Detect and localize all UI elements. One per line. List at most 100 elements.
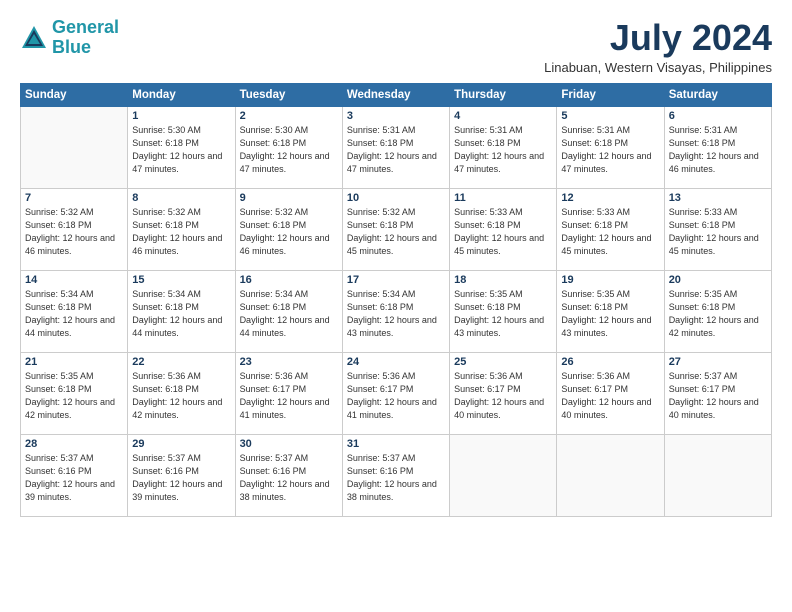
- calendar-week-2: 7Sunrise: 5:32 AMSunset: 6:18 PMDaylight…: [21, 188, 772, 270]
- sunrise-text: Sunrise: 5:34 AM: [240, 288, 338, 301]
- sunrise-text: Sunrise: 5:35 AM: [454, 288, 552, 301]
- calendar-cell: [664, 434, 771, 516]
- calendar-cell: 8Sunrise: 5:32 AMSunset: 6:18 PMDaylight…: [128, 188, 235, 270]
- day-info: Sunrise: 5:34 AMSunset: 6:18 PMDaylight:…: [240, 288, 338, 340]
- calendar-cell: 24Sunrise: 5:36 AMSunset: 6:17 PMDayligh…: [342, 352, 449, 434]
- sunrise-text: Sunrise: 5:36 AM: [347, 370, 445, 383]
- day-info: Sunrise: 5:34 AMSunset: 6:18 PMDaylight:…: [25, 288, 123, 340]
- logo-icon: [20, 24, 48, 52]
- logo: General Blue: [20, 18, 119, 58]
- daylight-text: Daylight: 12 hours and 47 minutes.: [454, 150, 552, 176]
- day-info: Sunrise: 5:36 AMSunset: 6:17 PMDaylight:…: [561, 370, 659, 422]
- day-number: 13: [669, 192, 767, 204]
- daylight-text: Daylight: 12 hours and 40 minutes.: [669, 396, 767, 422]
- day-number: 29: [132, 438, 230, 450]
- calendar-cell: 18Sunrise: 5:35 AMSunset: 6:18 PMDayligh…: [450, 270, 557, 352]
- sunrise-text: Sunrise: 5:36 AM: [240, 370, 338, 383]
- daylight-text: Daylight: 12 hours and 44 minutes.: [132, 314, 230, 340]
- sunrise-text: Sunrise: 5:35 AM: [561, 288, 659, 301]
- calendar-cell: 30Sunrise: 5:37 AMSunset: 6:16 PMDayligh…: [235, 434, 342, 516]
- logo-text: General Blue: [52, 18, 119, 58]
- calendar-cell: 25Sunrise: 5:36 AMSunset: 6:17 PMDayligh…: [450, 352, 557, 434]
- sunrise-text: Sunrise: 5:34 AM: [25, 288, 123, 301]
- day-number: 26: [561, 356, 659, 368]
- sunrise-text: Sunrise: 5:33 AM: [454, 206, 552, 219]
- sunset-text: Sunset: 6:18 PM: [240, 137, 338, 150]
- calendar-cell: 26 Sunrise: 5:36 AMSunset: 6:17 PMDayligh…: [557, 352, 664, 434]
- daylight-text: Daylight: 12 hours and 47 minutes.: [347, 150, 445, 176]
- day-info: Sunrise: 5:34 AMSunset: 6:18 PMDaylight:…: [132, 288, 230, 340]
- day-number: 10: [347, 192, 445, 204]
- daylight-text: Daylight: 12 hours and 43 minutes.: [561, 314, 659, 340]
- sunrise-text: Sunrise: 5:33 AM: [669, 206, 767, 219]
- sunrise-text: Sunrise: 5:34 AM: [132, 288, 230, 301]
- day-number: 12: [561, 192, 659, 204]
- day-info: Sunrise: 5:32 AMSunset: 6:18 PMDaylight:…: [347, 206, 445, 258]
- month-title: July 2024: [544, 18, 772, 58]
- calendar-cell: 4Sunrise: 5:31 AMSunset: 6:18 PMDaylight…: [450, 106, 557, 188]
- sunset-text: Sunset: 6:18 PM: [669, 219, 767, 232]
- day-number: 5: [561, 110, 659, 122]
- sunrise-text: Sunrise: 5:31 AM: [347, 124, 445, 137]
- col-friday: Friday: [557, 83, 664, 106]
- col-thursday: Thursday: [450, 83, 557, 106]
- day-number: 7: [25, 192, 123, 204]
- calendar-cell: 9Sunrise: 5:32 AMSunset: 6:18 PMDaylight…: [235, 188, 342, 270]
- day-info: Sunrise: 5:32 AMSunset: 6:18 PMDaylight:…: [240, 206, 338, 258]
- calendar-cell: 31Sunrise: 5:37 AMSunset: 6:16 PMDayligh…: [342, 434, 449, 516]
- daylight-text: Daylight: 12 hours and 38 minutes.: [240, 478, 338, 504]
- day-number: 27: [669, 356, 767, 368]
- day-number: 2: [240, 110, 338, 122]
- calendar-cell: [450, 434, 557, 516]
- calendar-week-5: 28Sunrise: 5:37 AMSunset: 6:16 PMDayligh…: [21, 434, 772, 516]
- day-number: 4: [454, 110, 552, 122]
- day-number: 25: [454, 356, 552, 368]
- calendar-cell: 27Sunrise: 5:37 AMSunset: 6:17 PMDayligh…: [664, 352, 771, 434]
- daylight-text: Daylight: 12 hours and 42 minutes.: [132, 396, 230, 422]
- sunset-text: Sunset: 6:16 PM: [347, 465, 445, 478]
- daylight-text: Daylight: 12 hours and 45 minutes.: [561, 232, 659, 258]
- day-info: Sunrise: 5:37 AMSunset: 6:16 PMDaylight:…: [25, 452, 123, 504]
- calendar-cell: 22Sunrise: 5:36 AMSunset: 6:18 PMDayligh…: [128, 352, 235, 434]
- sunset-text: Sunset: 6:18 PM: [561, 219, 659, 232]
- logo-line2: Blue: [52, 37, 91, 57]
- sunrise-text: Sunrise: 5:36 AM: [561, 370, 659, 383]
- sunrise-text: Sunrise: 5:32 AM: [240, 206, 338, 219]
- daylight-text: Daylight: 12 hours and 46 minutes.: [669, 150, 767, 176]
- sunrise-text: Sunrise: 5:34 AM: [347, 288, 445, 301]
- sunrise-text: Sunrise: 5:36 AM: [454, 370, 552, 383]
- calendar-cell: 6Sunrise: 5:31 AMSunset: 6:18 PMDaylight…: [664, 106, 771, 188]
- day-number: 19: [561, 274, 659, 286]
- daylight-text: Daylight: 12 hours and 47 minutes.: [240, 150, 338, 176]
- daylight-text: Daylight: 12 hours and 39 minutes.: [25, 478, 123, 504]
- calendar-cell: 17Sunrise: 5:34 AMSunset: 6:18 PMDayligh…: [342, 270, 449, 352]
- daylight-text: Daylight: 12 hours and 45 minutes.: [669, 232, 767, 258]
- day-number: 21: [25, 356, 123, 368]
- calendar-table: Sunday Monday Tuesday Wednesday Thursday…: [20, 83, 772, 517]
- calendar-week-1: 1Sunrise: 5:30 AMSunset: 6:18 PMDaylight…: [21, 106, 772, 188]
- sunset-text: Sunset: 6:17 PM: [561, 383, 659, 396]
- day-info: Sunrise: 5:36 AMSunset: 6:18 PMDaylight:…: [132, 370, 230, 422]
- day-number: 20: [669, 274, 767, 286]
- day-number: 1: [132, 110, 230, 122]
- day-info: Sunrise: 5:31 AMSunset: 6:18 PMDaylight:…: [347, 124, 445, 176]
- calendar-cell: 2Sunrise: 5:30 AMSunset: 6:18 PMDaylight…: [235, 106, 342, 188]
- calendar-cell: 28Sunrise: 5:37 AMSunset: 6:16 PMDayligh…: [21, 434, 128, 516]
- sunrise-text: Sunrise: 5:30 AM: [132, 124, 230, 137]
- col-sunday: Sunday: [21, 83, 128, 106]
- sunset-text: Sunset: 6:18 PM: [669, 301, 767, 314]
- sunset-text: Sunset: 6:17 PM: [454, 383, 552, 396]
- calendar-week-3: 14Sunrise: 5:34 AMSunset: 6:18 PMDayligh…: [21, 270, 772, 352]
- sunrise-text: Sunrise: 5:32 AM: [132, 206, 230, 219]
- calendar-cell: 7Sunrise: 5:32 AMSunset: 6:18 PMDaylight…: [21, 188, 128, 270]
- day-info: Sunrise: 5:37 AMSunset: 6:16 PMDaylight:…: [132, 452, 230, 504]
- day-info: Sunrise: 5:33 AMSunset: 6:18 PMDaylight:…: [669, 206, 767, 258]
- daylight-text: Daylight: 12 hours and 44 minutes.: [240, 314, 338, 340]
- daylight-text: Daylight: 12 hours and 43 minutes.: [454, 314, 552, 340]
- day-info: Sunrise: 5:37 AMSunset: 6:16 PMDaylight:…: [347, 452, 445, 504]
- col-wednesday: Wednesday: [342, 83, 449, 106]
- sunset-text: Sunset: 6:16 PM: [25, 465, 123, 478]
- calendar-cell: 13 Sunrise: 5:33 AMSunset: 6:18 PMDayligh…: [664, 188, 771, 270]
- calendar-week-4: 21Sunrise: 5:35 AMSunset: 6:18 PMDayligh…: [21, 352, 772, 434]
- sunrise-text: Sunrise: 5:37 AM: [132, 452, 230, 465]
